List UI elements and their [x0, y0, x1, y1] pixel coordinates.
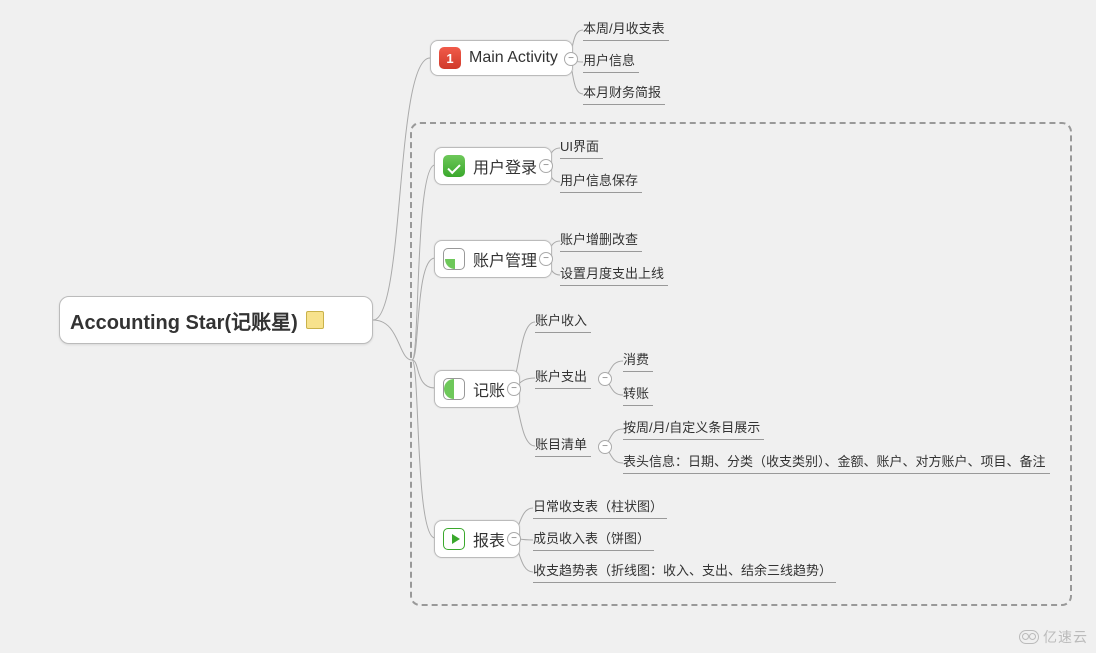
collapse-toggle[interactable]: [598, 440, 612, 454]
collapse-toggle[interactable]: [598, 372, 612, 386]
collapse-toggle[interactable]: [539, 252, 553, 266]
branch-user-login[interactable]: 用户登录: [434, 147, 552, 185]
cloud-icon: [1019, 630, 1039, 644]
collapse-toggle[interactable]: [564, 52, 578, 66]
leaf-account-crud[interactable]: 账户增删改查: [560, 229, 642, 252]
branch-label: 报表: [473, 527, 505, 551]
leaf-user-info-save[interactable]: 用户信息保存: [560, 170, 642, 193]
leaf-ledger-header[interactable]: 表头信息：日期、分类（收支类别）、金额、账户、对方账户、项目、备注: [623, 451, 1050, 474]
leaf-monthly-brief[interactable]: 本月财务简报: [583, 82, 665, 105]
root-label: Accounting Star(记账星): [70, 306, 298, 335]
leaf-member-income[interactable]: 成员收入表（饼图）: [533, 528, 654, 551]
pie-quarter-icon: [443, 248, 465, 270]
leaf-ledger-view[interactable]: 按周/月/自定义条目展示: [623, 417, 764, 440]
watermark: 亿速云: [1019, 627, 1088, 647]
root-node[interactable]: Accounting Star(记账星): [59, 296, 373, 344]
branch-account-mgmt[interactable]: 账户管理: [434, 240, 552, 278]
subbranch-ledger[interactable]: 账目清单: [535, 434, 591, 457]
leaf-user-info[interactable]: 用户信息: [583, 50, 639, 73]
watermark-text: 亿速云: [1043, 627, 1088, 647]
branch-label: 账户管理: [473, 247, 537, 271]
leaf-ui[interactable]: UI界面: [560, 136, 603, 159]
check-icon: [443, 155, 465, 177]
note-icon[interactable]: [306, 311, 324, 329]
priority-1-icon: 1: [439, 47, 461, 69]
branch-label: 用户登录: [473, 154, 537, 178]
play-icon: [443, 528, 465, 550]
leaf-trend-report[interactable]: 收支趋势表（折线图：收入、支出、结余三线趋势）: [533, 560, 836, 583]
leaf-account-income[interactable]: 账户收入: [535, 310, 591, 333]
branch-label: 记账: [473, 377, 505, 401]
leaf-daily-report[interactable]: 日常收支表（柱状图）: [533, 496, 667, 519]
pie-half-icon: [443, 378, 465, 400]
leaf-weekly-monthly-report[interactable]: 本周/月收支表: [583, 18, 669, 41]
collapse-toggle[interactable]: [507, 532, 521, 546]
leaf-consume[interactable]: 消费: [623, 349, 653, 372]
leaf-transfer[interactable]: 转账: [623, 383, 653, 406]
collapse-toggle[interactable]: [539, 159, 553, 173]
branch-label: Main Activity: [469, 49, 558, 67]
leaf-monthly-limit[interactable]: 设置月度支出上线: [560, 263, 668, 286]
collapse-toggle[interactable]: [507, 382, 521, 396]
subbranch-account-expense[interactable]: 账户支出: [535, 366, 591, 389]
branch-main-activity[interactable]: 1 Main Activity: [430, 40, 573, 76]
